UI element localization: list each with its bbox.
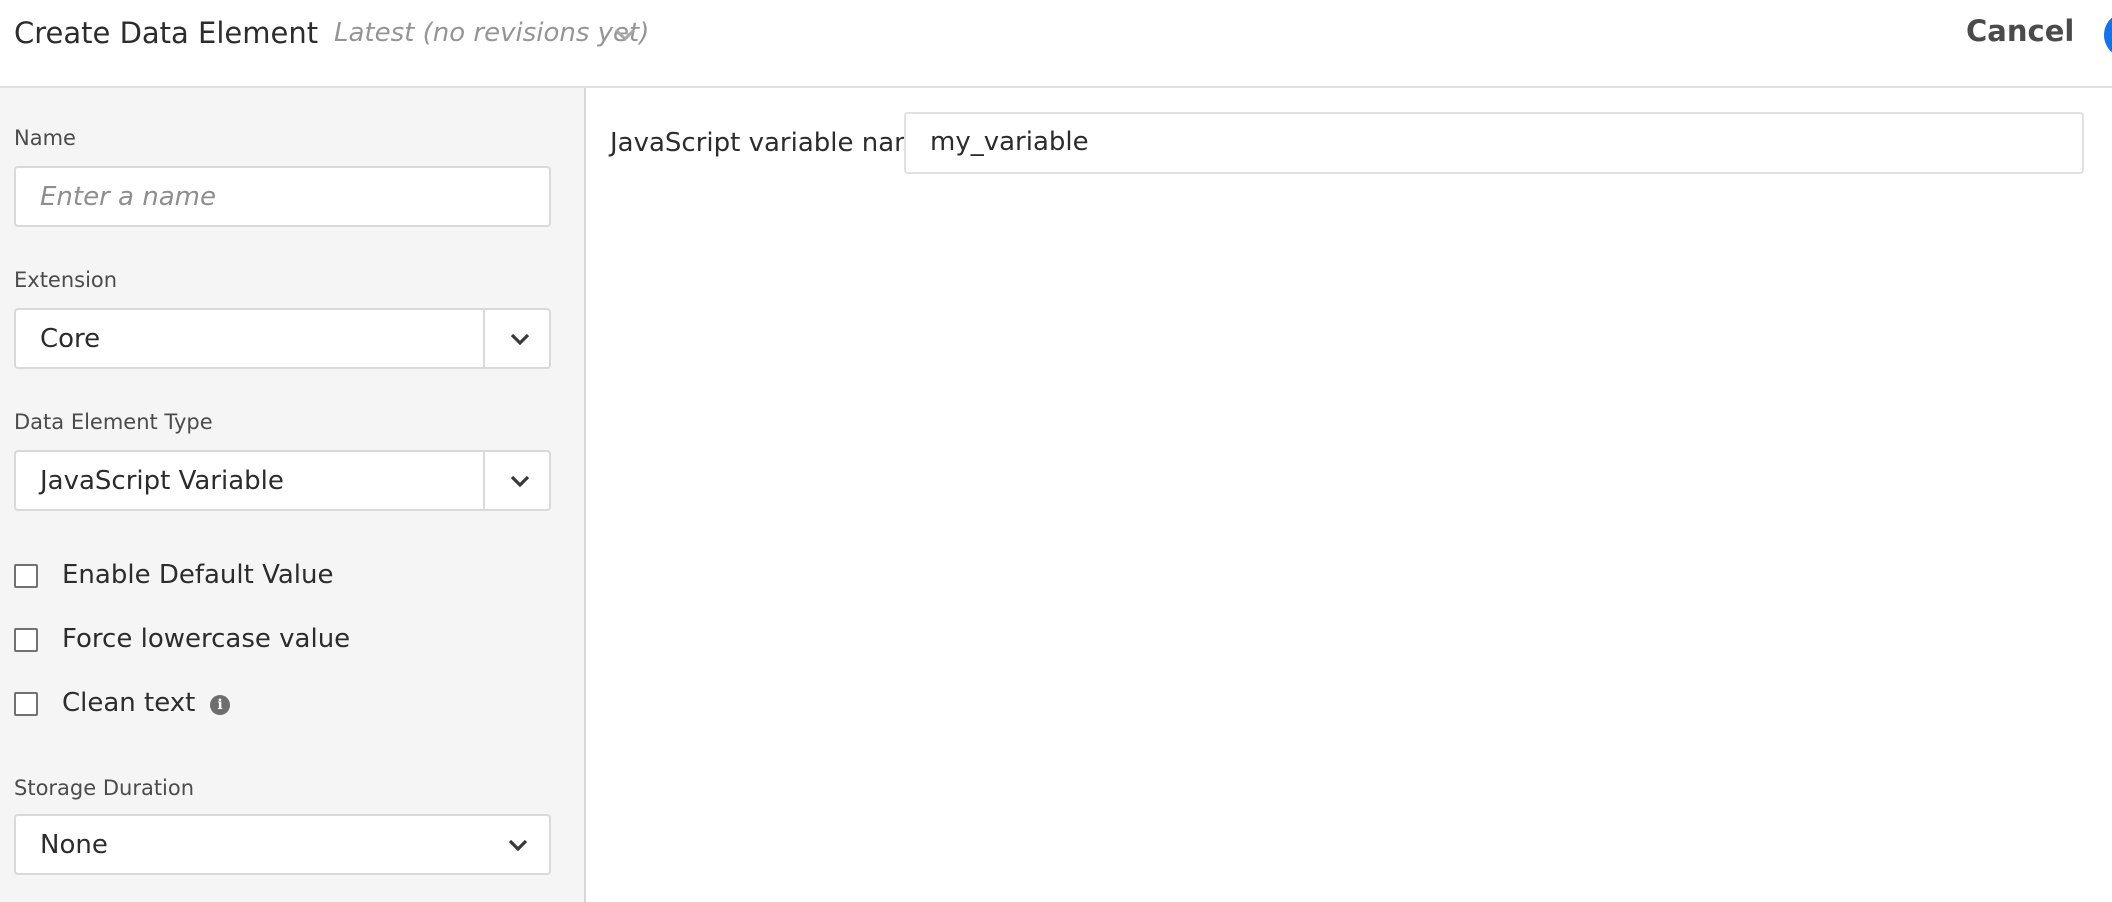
- name-label: Name: [14, 126, 76, 150]
- cancel-button[interactable]: Cancel: [1966, 14, 2074, 48]
- data-element-type-label: Data Element Type: [14, 410, 213, 434]
- chevron-down-icon[interactable]: [612, 24, 638, 46]
- storage-duration-value: None: [40, 830, 108, 860]
- enable-default-value-label: Enable Default Value: [62, 560, 334, 590]
- clean-text-checkbox[interactable]: [14, 692, 38, 716]
- name-placeholder: Enter a name: [40, 182, 216, 212]
- chevron-down-icon[interactable]: [508, 469, 532, 493]
- extension-label: Extension: [14, 268, 118, 292]
- main-panel: JavaScript variable name my_variable: [586, 88, 2112, 902]
- javascript-variable-input[interactable]: my_variable: [904, 112, 2084, 174]
- data-element-type-value: JavaScript Variable: [40, 466, 284, 496]
- extension-value: Core: [40, 324, 101, 354]
- data-element-type-select[interactable]: JavaScript Variable: [14, 450, 551, 511]
- page-title: Create Data Element: [14, 16, 319, 50]
- storage-duration-label: Storage Duration: [14, 776, 195, 800]
- javascript-variable-label: JavaScript variable name: [610, 128, 936, 158]
- select-divider: [483, 452, 485, 509]
- select-divider: [483, 310, 485, 367]
- clean-text-label: Clean text: [62, 688, 196, 718]
- chevron-down-icon[interactable]: [506, 833, 530, 857]
- force-lowercase-label: Force lowercase value: [62, 624, 351, 654]
- top-bar: Create Data Element Latest (no revisions…: [0, 0, 2112, 88]
- info-icon[interactable]: i: [210, 695, 230, 715]
- save-button[interactable]: [2104, 12, 2112, 58]
- extension-select[interactable]: Core: [14, 308, 551, 369]
- force-lowercase-checkbox[interactable]: [14, 628, 38, 652]
- chevron-down-icon[interactable]: [508, 327, 532, 351]
- enable-default-value-checkbox[interactable]: [14, 564, 38, 588]
- javascript-variable-value: my_variable: [930, 127, 1089, 157]
- revision-selector[interactable]: Latest (no revisions yet): [334, 18, 649, 48]
- name-input[interactable]: Enter a name: [14, 166, 551, 227]
- sidebar: Name Enter a name Extension Core Data El…: [0, 88, 586, 902]
- storage-duration-select[interactable]: None: [14, 814, 551, 875]
